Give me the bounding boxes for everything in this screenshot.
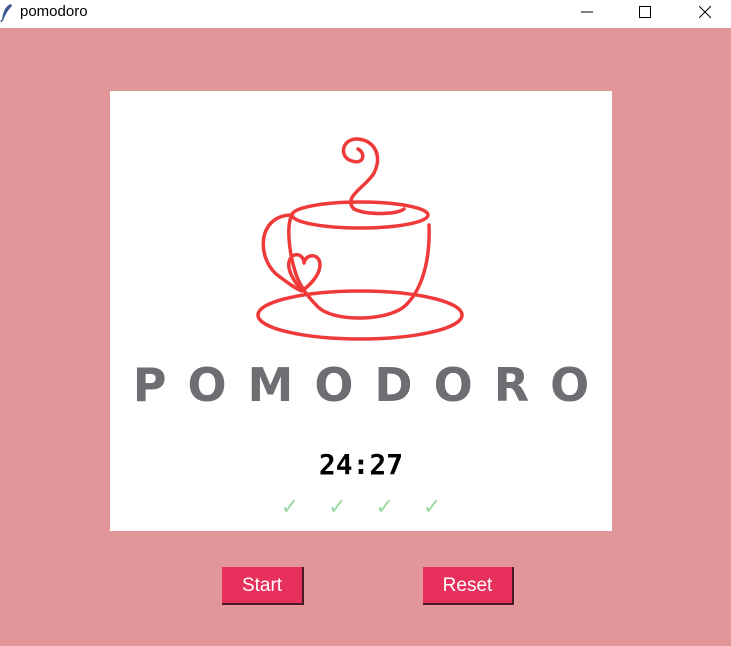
minimize-button[interactable] bbox=[564, 0, 610, 24]
reset-button[interactable]: Reset bbox=[423, 567, 514, 605]
close-icon bbox=[699, 6, 711, 18]
window-title: pomodoro bbox=[20, 3, 88, 20]
timer-display: 24:27 bbox=[318, 448, 404, 481]
brand-wordmark: POMODORO bbox=[132, 358, 611, 412]
maximize-icon bbox=[639, 6, 651, 18]
start-button[interactable]: Start bbox=[222, 567, 304, 605]
pomodoro-canvas: POMODORO 24:27 ✓ ✓ ✓ ✓ bbox=[110, 91, 612, 531]
title-bar: pomodoro bbox=[0, 0, 731, 28]
close-button[interactable] bbox=[682, 0, 728, 24]
coffee-cup-heart-icon bbox=[256, 137, 464, 341]
session-checkmarks: ✓ ✓ ✓ ✓ bbox=[280, 495, 453, 520]
maximize-button[interactable] bbox=[622, 0, 668, 24]
minimize-icon bbox=[581, 11, 593, 13]
feather-icon bbox=[0, 3, 14, 23]
